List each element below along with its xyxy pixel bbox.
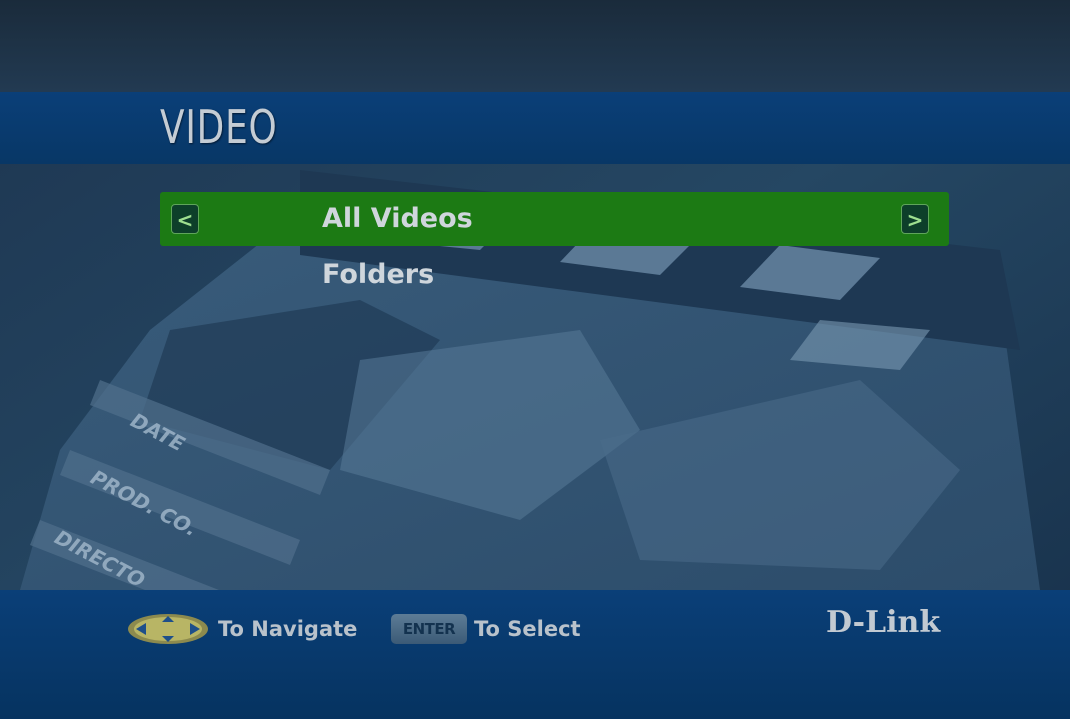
video-menu-screen: DATE PROD. CO. DIRECTO VIDEO < All Video… (0, 0, 1070, 719)
menu-item-label: Folders (322, 259, 435, 290)
page-title: VIDEO (160, 100, 278, 154)
chevron-left-icon[interactable]: < (171, 204, 199, 234)
enter-key-icon: ENTER (391, 614, 467, 644)
top-strip (0, 0, 1070, 92)
chevron-right-icon[interactable]: > (901, 204, 929, 234)
navigate-hint: To Navigate (218, 617, 358, 641)
select-hint: To Select (474, 617, 581, 641)
directional-pad-icon (128, 614, 208, 644)
menu-item-label: All Videos (322, 203, 473, 234)
brand-logo: D-Link (826, 605, 941, 640)
menu-item-folders[interactable]: Folders (160, 248, 949, 302)
menu-item-all-videos[interactable]: < All Videos > (160, 192, 949, 246)
